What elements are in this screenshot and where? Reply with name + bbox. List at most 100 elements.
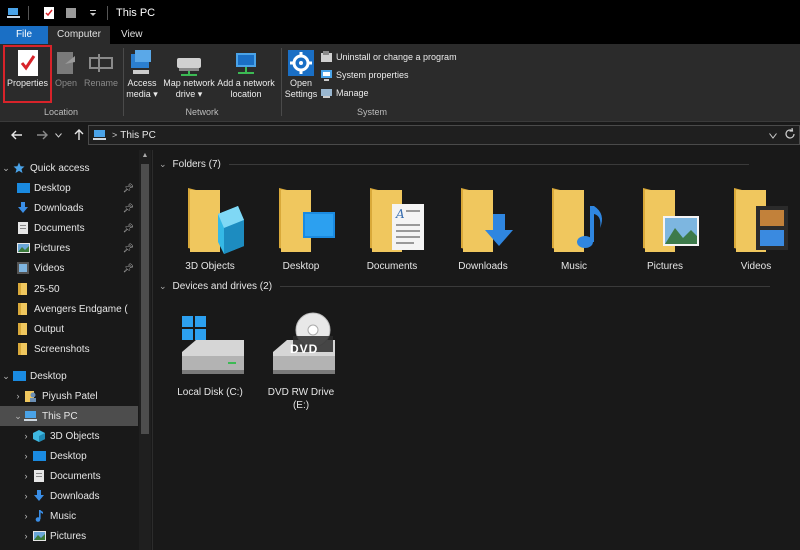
open-settings-label-2: Settings [284, 89, 318, 99]
nav-pc-downloads[interactable]: › Downloads [0, 486, 138, 506]
chevron-right-icon[interactable]: › [20, 531, 32, 541]
drive-dvd-rw-e[interactable]: DVD DVD RW Drive (E:) [256, 312, 346, 412]
chevron-right-icon[interactable]: › [20, 471, 32, 481]
content-pane: ⌄ Folders (7) 3D Objects Desktop A Docum… [153, 150, 800, 550]
folder-desktop[interactable]: Desktop [260, 184, 342, 272]
nav-pc-pictures[interactable]: › Pictures [0, 526, 138, 546]
chevron-right-icon[interactable]: › [20, 451, 32, 461]
nav-qa-downloads-label: Downloads [34, 202, 84, 214]
map-network-drive-button[interactable]: Map network drive ▾ [161, 50, 217, 100]
properties-quick-icon[interactable] [41, 5, 57, 21]
pictures-icon [16, 243, 30, 253]
breadcrumb-this-pc[interactable]: This PC [120, 130, 156, 141]
system-properties-button[interactable]: System properties [321, 69, 409, 81]
nav-qa-pictures[interactable]: Pictures 📌︎ [0, 238, 138, 258]
tab-file[interactable]: File [0, 26, 48, 44]
folder-documents[interactable]: A Documents [351, 184, 433, 272]
nav-qa-documents[interactable]: Documents 📌︎ [0, 218, 138, 238]
drive-local-disk-c[interactable]: Local Disk (C:) [165, 312, 255, 399]
chevron-down-icon: ⌄ [159, 281, 167, 291]
chevron-right-icon[interactable]: › [20, 491, 32, 501]
customize-toolbar-icon[interactable] [85, 5, 101, 21]
nav-qa-avengers[interactable]: Avengers Endgame ( [0, 299, 138, 319]
folders-group-header[interactable]: ⌄ Folders (7) [159, 159, 749, 170]
rename-button[interactable]: Rename [83, 50, 119, 89]
nav-pc-3d-objects[interactable]: › 3D Objects [0, 426, 138, 446]
folder-pictures[interactable]: Pictures [624, 184, 706, 272]
nav-quick-access[interactable]: ⌄ Quick access [0, 158, 138, 178]
chevron-down-icon[interactable]: ⌄ [0, 371, 12, 382]
folder-music[interactable]: Music [533, 184, 615, 272]
address-bar[interactable]: > This PC [88, 125, 800, 145]
uninstall-program-button[interactable]: Uninstall or change a program [321, 51, 457, 63]
chevron-down-icon: ⌄ [159, 159, 167, 169]
manage-icon [321, 89, 332, 98]
nav-qa-screenshots[interactable]: Screenshots [0, 339, 138, 359]
nav-scrollbar[interactable]: ▲ [139, 150, 151, 550]
new-folder-quick-icon[interactable] [63, 5, 79, 21]
nav-user[interactable]: › Piyush Patel [0, 386, 138, 406]
address-dropdown-button[interactable] [769, 130, 777, 142]
system-group-label: System [356, 107, 387, 117]
nav-qa-output[interactable]: Output [0, 319, 138, 339]
drive-e-label-2: (E:) [292, 400, 310, 411]
location-group-label: Location [43, 107, 79, 117]
folder-downloads[interactable]: Downloads [442, 184, 524, 272]
devices-header-label: Devices and drives (2) [172, 281, 273, 292]
open-button[interactable]: Open [53, 50, 79, 89]
up-button[interactable] [70, 126, 88, 144]
window-title: This PC [116, 7, 156, 19]
map-drive-label-2: drive [175, 89, 196, 99]
add-network-location-button[interactable]: Add a network location [217, 50, 275, 100]
nav-pc-pictures-label: Pictures [50, 530, 87, 542]
network-group-label: Network [185, 107, 219, 117]
nav-pc-music[interactable]: › Music [0, 506, 138, 526]
properties-button[interactable]: Properties [5, 50, 50, 89]
nav-qa-desktop[interactable]: Desktop 📌︎ [0, 178, 138, 198]
properties-label: Properties [6, 78, 49, 88]
chevron-right-icon[interactable]: › [12, 391, 24, 401]
document-icon [18, 222, 28, 234]
devices-group-header[interactable]: ⌄ Devices and drives (2) [159, 281, 771, 292]
pin-icon: 📌︎ [122, 202, 134, 213]
nav-this-pc[interactable]: ⌄ This PC [0, 406, 138, 426]
folder-icon [18, 283, 27, 295]
chevron-right-icon[interactable]: › [20, 511, 32, 521]
nav-qa-videos-label: Videos [34, 262, 65, 274]
scrollbar-thumb[interactable] [141, 164, 149, 434]
chevron-right-icon[interactable]: › [20, 431, 32, 441]
properties-icon [17, 50, 38, 76]
folder-label: Pictures [646, 261, 684, 272]
nav-qa-downloads[interactable]: Downloads 📌︎ [0, 198, 138, 218]
nav-pc-desktop[interactable]: › Desktop [0, 446, 138, 466]
recent-locations-button[interactable] [53, 126, 63, 144]
nav-qa-screenshots-label: Screenshots [34, 343, 90, 355]
nav-desktop[interactable]: ⌄ Desktop [0, 366, 138, 386]
tab-computer[interactable]: Computer [48, 26, 110, 44]
desktop-icon [12, 371, 26, 381]
nav-qa-25-50[interactable]: 25-50 [0, 279, 138, 299]
manage-button[interactable]: Manage [321, 87, 369, 99]
refresh-button[interactable] [784, 127, 796, 143]
chevron-down-icon[interactable]: ⌄ [12, 411, 24, 422]
folder-label: Music [560, 261, 588, 272]
nav-pc-documents[interactable]: › Documents [0, 466, 138, 486]
tab-view[interactable]: View [110, 26, 154, 44]
open-settings-button[interactable]: Open Settings [284, 50, 318, 100]
forward-arrow-icon [37, 130, 48, 140]
forward-button[interactable] [33, 126, 51, 144]
explorer-app-icon[interactable] [6, 5, 22, 21]
folder-videos[interactable]: Videos [715, 184, 797, 272]
music-note-icon [35, 510, 43, 522]
map-drive-label: Map network [163, 78, 215, 88]
chevron-down-icon[interactable]: ⌄ [0, 163, 12, 174]
scroll-up-arrow-icon[interactable]: ▲ [139, 150, 151, 162]
access-media-button[interactable]: Access media ▾ [125, 50, 159, 100]
user-folder-icon [25, 391, 36, 402]
back-button[interactable] [8, 126, 26, 144]
folder-3d-objects[interactable]: 3D Objects [169, 184, 251, 272]
dvd-logo-text: DVD [290, 342, 319, 356]
nav-qa-videos[interactable]: Videos 📌︎ [0, 258, 138, 278]
folder-icon [18, 323, 27, 335]
cube-icon [33, 430, 45, 442]
